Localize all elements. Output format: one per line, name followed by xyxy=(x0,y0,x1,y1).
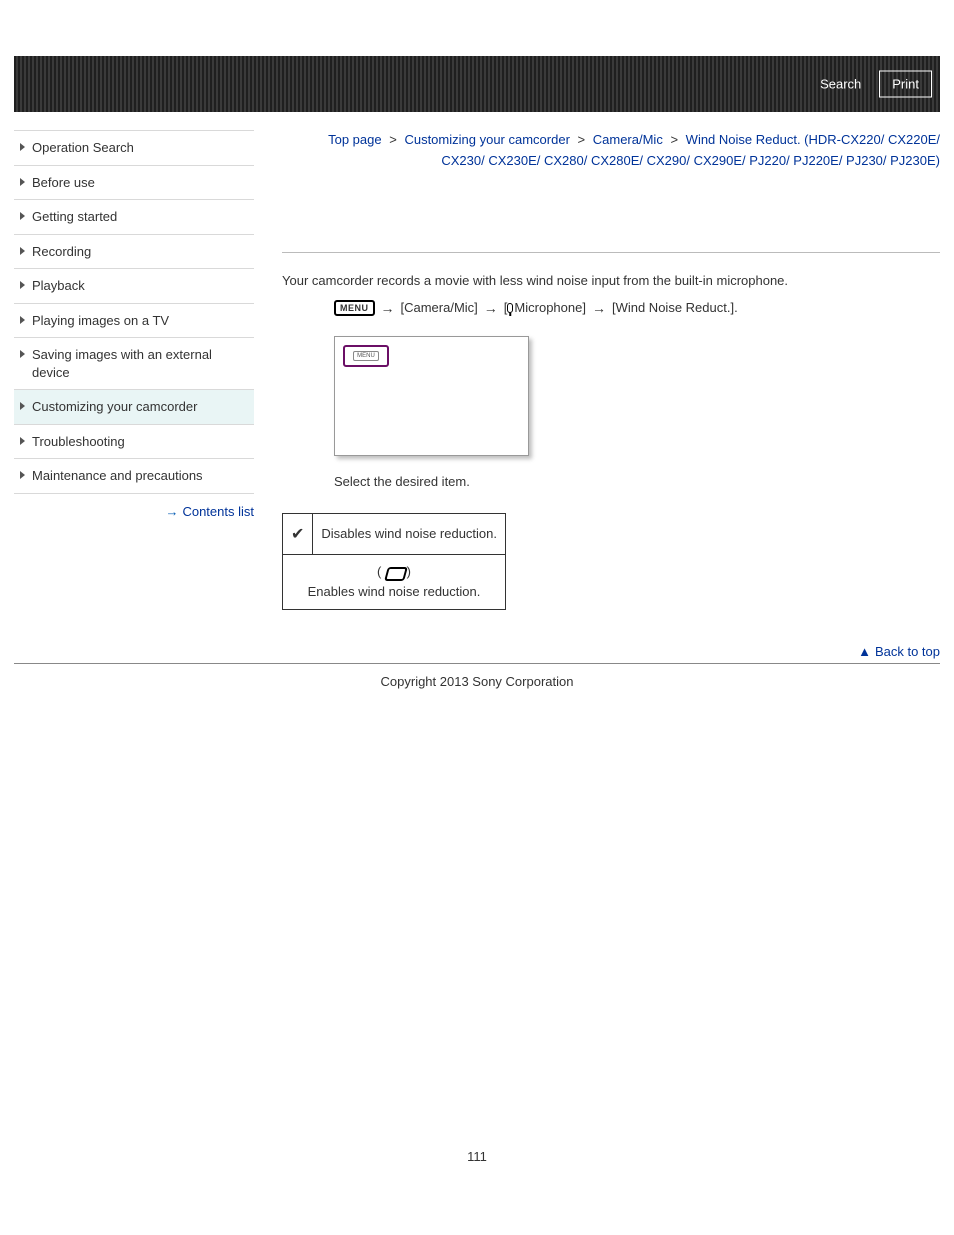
sidebar-item-label: Playing images on a TV xyxy=(32,313,169,328)
sidebar-item-label: Playback xyxy=(32,278,85,293)
sidebar-item[interactable]: Saving images with an external device xyxy=(14,338,254,390)
sidebar: Operation Search Before use Getting star… xyxy=(14,130,254,519)
sidebar-item[interactable]: Getting started xyxy=(14,200,254,235)
back-to-top-label: Back to top xyxy=(875,644,940,659)
check-icon: ✔ xyxy=(283,513,313,554)
back-to-top-link[interactable]: ▲ Back to top xyxy=(282,644,940,659)
sidebar-item-label: Troubleshooting xyxy=(32,434,125,449)
breadcrumb-link[interactable]: Top page xyxy=(328,132,382,147)
options-table: ✔ Disables wind noise reduction. () Enab… xyxy=(282,513,506,610)
sidebar-item[interactable]: Playback xyxy=(14,269,254,304)
arrow-right-icon: → xyxy=(381,300,395,316)
sidebar-list: Operation Search Before use Getting star… xyxy=(14,130,254,494)
sidebar-item[interactable]: Recording xyxy=(14,235,254,270)
sidebar-item-label: Operation Search xyxy=(32,140,134,155)
breadcrumb-link[interactable]: Camera/Mic xyxy=(593,132,663,147)
page-number: 111 xyxy=(14,1149,940,1164)
sidebar-item[interactable]: Operation Search xyxy=(14,131,254,166)
footer-rule xyxy=(14,663,940,664)
seq-step: [Microphone] xyxy=(504,300,586,315)
screen-menu-chip: MENU xyxy=(353,351,379,361)
sidebar-item-label: Customizing your camcorder xyxy=(32,399,197,414)
sidebar-item-label: Saving images with an external device xyxy=(32,347,212,380)
sidebar-item[interactable]: Maintenance and precautions xyxy=(14,459,254,494)
sidebar-item-active[interactable]: Customizing your camcorder xyxy=(14,390,254,425)
header-band: Search Print xyxy=(14,56,940,112)
copyright-text: Copyright 2013 Sony Corporation xyxy=(14,674,940,689)
arrow-right-icon: → xyxy=(484,300,498,316)
contents-list-link[interactable]: → Contents list xyxy=(14,504,254,519)
breadcrumb-separator: > xyxy=(578,132,586,147)
option-text: Enables wind noise reduction. xyxy=(308,584,481,599)
seq-step: [Camera/Mic] xyxy=(401,300,478,315)
arrow-right-icon: → xyxy=(165,504,178,519)
sidebar-item-label: Getting started xyxy=(32,209,117,224)
sidebar-item[interactable]: Playing images on a TV xyxy=(14,304,254,339)
option-text: Disables wind noise reduction. xyxy=(313,513,506,554)
breadcrumb-link[interactable]: Customizing your camcorder xyxy=(404,132,569,147)
print-button[interactable]: Print xyxy=(879,71,932,98)
screen-illustration: MENU xyxy=(334,336,529,456)
menu-icon: MENU xyxy=(334,300,375,316)
option-cell: () Enables wind noise reduction. xyxy=(283,554,506,609)
arrow-right-icon: → xyxy=(592,300,606,316)
breadcrumb: Top page > Customizing your camcorder > … xyxy=(282,130,940,172)
microphone-icon xyxy=(507,303,513,313)
table-row: ✔ Disables wind noise reduction. xyxy=(283,513,506,554)
contents-list-label: Contents list xyxy=(182,504,254,519)
menu-sequence: MENU → [Camera/Mic] → [Microphone] → [Wi… xyxy=(282,300,940,316)
breadcrumb-separator: > xyxy=(389,132,397,147)
sidebar-item-label: Maintenance and precautions xyxy=(32,468,203,483)
sidebar-item[interactable]: Troubleshooting xyxy=(14,425,254,460)
breadcrumb-separator: > xyxy=(670,132,678,147)
sidebar-item-label: Recording xyxy=(32,244,91,259)
main-content: Top page > Customizing your camcorder > … xyxy=(282,130,940,659)
triangle-up-icon: ▲ xyxy=(858,644,871,659)
sidebar-item[interactable]: Before use xyxy=(14,166,254,201)
screen-menu-highlight: MENU xyxy=(343,345,389,367)
instruction-text: Select the desired item. xyxy=(334,474,940,489)
wind-noise-icon: () xyxy=(380,565,408,581)
divider xyxy=(282,252,940,253)
seq-step: [Wind Noise Reduct.]. xyxy=(612,300,738,315)
table-row: () Enables wind noise reduction. xyxy=(283,554,506,609)
search-button[interactable]: Search xyxy=(810,71,871,98)
lead-text: Your camcorder records a movie with less… xyxy=(282,273,940,288)
sidebar-item-label: Before use xyxy=(32,175,95,190)
